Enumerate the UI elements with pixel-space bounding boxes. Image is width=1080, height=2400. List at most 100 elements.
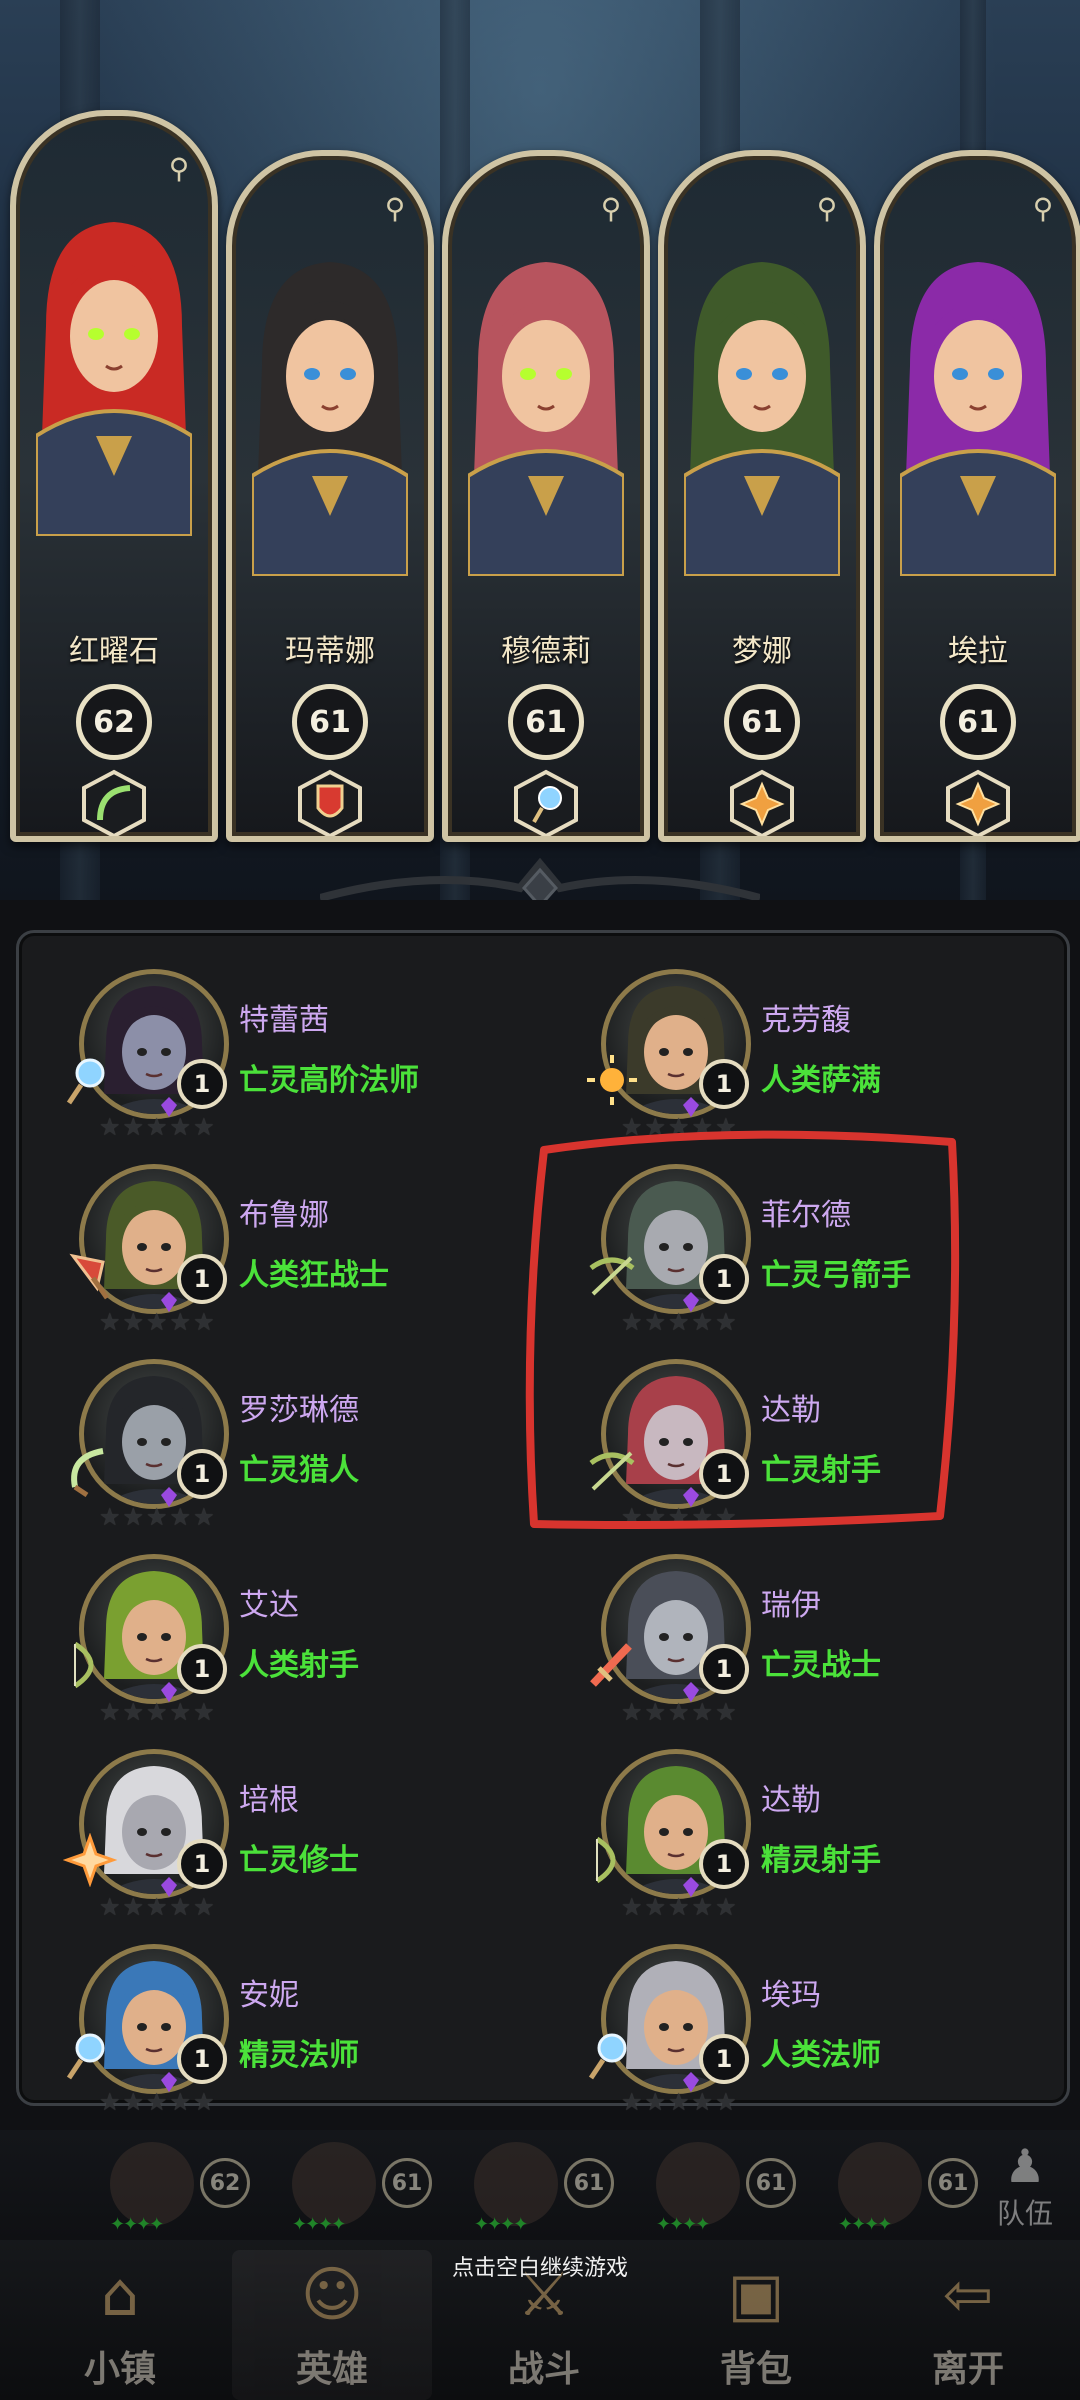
star-icon: ★ — [193, 1308, 215, 1336]
featured-hero-level: 61 — [508, 684, 584, 760]
staff-orb-icon — [63, 1053, 117, 1107]
star-icon: ★ — [169, 2088, 192, 2116]
star-icon: ★ — [644, 1893, 667, 1921]
star-icon: ★ — [644, 1698, 667, 1726]
featured-hero-card[interactable]: ⚲ 穆德莉 61 — [442, 150, 650, 842]
star-icon: ★ — [715, 1893, 737, 1921]
hero-class: 人类射手 — [239, 1648, 359, 1683]
star-rating: ★ ★ ★ ★ ★ — [621, 1895, 737, 1919]
hero-level-badge: 1 — [699, 1839, 749, 1889]
roster-hero[interactable]: 1 ★ ★ ★ ★ ★ 安妮 精灵法师 — [29, 1922, 529, 2116]
star-icon: ★ — [668, 2088, 690, 2116]
ornament-divider — [320, 858, 760, 900]
star-rating: ★ ★ ★ ★ ★ — [99, 1115, 215, 1139]
hero-portrait — [466, 246, 626, 578]
featured-hero-card[interactable]: ⚲ 梦娜 61 — [658, 150, 866, 842]
roster-hero[interactable]: 1 ★ ★ ★ ★ ★ 罗莎琳德 亡灵猎人 — [29, 1337, 529, 1531]
star-icon: ★ — [715, 1698, 737, 1726]
team-slot-level: 62 — [200, 2158, 250, 2208]
star-pips: ✦✦✦✦ — [474, 2214, 528, 2235]
hero-portrait — [682, 246, 842, 578]
roster-hero[interactable]: 1 ★ ★ ★ ★ ★ 布鲁娜 人类狂战士 — [29, 1142, 529, 1334]
red-annotation-circle — [525, 1130, 960, 1529]
team-slot[interactable]: 61 ✦✦✦✦ — [282, 2138, 452, 2235]
star-pips: ✦✦✦✦ — [110, 2214, 164, 2235]
team-slot-level: 61 — [564, 2158, 614, 2208]
roster-hero[interactable]: 1 ★ ★ ★ ★ ★ 特蕾茜 亡灵高阶法师 — [29, 947, 529, 1139]
star-icon: ★ — [193, 1503, 215, 1531]
magnifier-icon[interactable]: ⚲ — [380, 194, 410, 224]
staff-orb-icon — [585, 2028, 639, 2082]
nav-tab-label: 离开 — [931, 2349, 1004, 2390]
hero-level-badge: 1 — [177, 1644, 227, 1694]
hero-class: 人类狂战士 — [239, 1258, 389, 1293]
magnifier-icon[interactable]: ⚲ — [1028, 194, 1058, 224]
featured-hero-card[interactable]: ⚲ 埃拉 61 — [874, 150, 1080, 842]
shield-icon — [294, 768, 366, 836]
magnifier-icon[interactable]: ⚲ — [812, 194, 842, 224]
holy-emblem-icon — [726, 768, 798, 836]
hero-level-badge: 1 — [177, 1839, 227, 1889]
roster-hero[interactable]: 1 ★ ★ ★ ★ ★ 达勒 精灵射手 — [551, 1727, 1051, 1919]
hero-portrait — [34, 206, 194, 538]
featured-hero-name: 红曜石 — [69, 634, 159, 669]
star-icon: ★ — [169, 1113, 192, 1141]
hero-level-badge: 1 — [699, 1644, 749, 1694]
hero-level-badge: 1 — [177, 2034, 227, 2084]
magnifier-icon[interactable]: ⚲ — [596, 194, 626, 224]
roster-hero[interactable]: 1 ★ ★ ★ ★ ★ 克劳馥 人类萨满 — [551, 947, 1051, 1139]
hero-name: 艾达 — [239, 1588, 299, 1623]
star-icon: ★ — [99, 1503, 121, 1531]
star-icon: ★ — [122, 1893, 145, 1921]
featured-hero-level: 61 — [940, 684, 1016, 760]
nav-tab-label: 英雄 — [295, 2349, 368, 2390]
team-slot[interactable]: 61 ✦✦✦✦ — [828, 2138, 998, 2235]
star-icon: ★ — [122, 2088, 145, 2116]
star-icon: ★ — [621, 1698, 643, 1726]
star-icon: ★ — [99, 2088, 121, 2116]
featured-hero-level: 62 — [76, 684, 152, 760]
roster-hero[interactable]: 1 ★ ★ ★ ★ ★ 培根 亡灵修士 — [29, 1727, 529, 1921]
hero-name: 培根 — [239, 1783, 299, 1818]
star-icon: ★ — [691, 1893, 714, 1921]
roster-hero[interactable]: 1 ★ ★ ★ ★ ★ 瑞伊 亡灵战士 — [551, 1532, 1051, 1726]
star-rating: ★ ★ ★ ★ ★ — [99, 1310, 215, 1334]
star-icon: ★ — [193, 1113, 215, 1141]
featured-hero-card[interactable]: ⚲ 玛蒂娜 61 — [226, 150, 434, 842]
team-button[interactable]: ♟ 队伍 — [980, 2140, 1070, 2232]
star-icon: ★ — [99, 1893, 121, 1921]
team-slot[interactable]: 61 ✦✦✦✦ — [646, 2138, 816, 2235]
team-slot[interactable]: 62 ✦✦✦✦ — [100, 2138, 270, 2235]
hero-class: 人类法师 — [761, 2038, 881, 2073]
holy-cross-icon — [62, 1832, 118, 1888]
chess-pawn-icon: ♟ — [1004, 2139, 1046, 2193]
star-icon: ★ — [644, 2088, 667, 2116]
roster-hero[interactable]: 1 ★ ★ ★ ★ ★ 埃玛 人类法师 — [551, 1922, 1051, 2116]
star-icon: ★ — [99, 1308, 121, 1336]
star-icon: ★ — [122, 1503, 145, 1531]
star-icon: ★ — [668, 1893, 690, 1921]
star-icon: ★ — [99, 1113, 121, 1141]
star-icon: ★ — [193, 1893, 215, 1921]
nav-tab-label: 战斗 — [507, 2349, 580, 2390]
scythe-icon — [78, 768, 150, 836]
featured-hero-card[interactable]: ⚲ 红曜石 62 — [10, 110, 218, 842]
star-icon: ★ — [193, 1698, 215, 1726]
hero-name: 瑞伊 — [761, 1588, 821, 1623]
magnifier-icon[interactable]: ⚲ — [164, 154, 194, 184]
star-icon: ★ — [122, 1113, 145, 1141]
sword-icon — [585, 1638, 639, 1692]
bow-icon — [63, 1638, 117, 1692]
featured-hero-name: 埃拉 — [948, 634, 1008, 669]
hero-class: 人类萨满 — [761, 1063, 881, 1098]
hero-class: 亡灵修士 — [239, 1843, 359, 1878]
hero-class: 亡灵猎人 — [239, 1453, 359, 1488]
featured-team-area: ⚲ 红曜石 62 ⚲ 玛蒂娜 61 ⚲ 穆德莉 61 ⚲ 梦娜 61 ⚲ 埃拉 61 — [0, 0, 1080, 900]
hero-name: 埃玛 — [761, 1978, 821, 2013]
team-slot[interactable]: 61 ✦✦✦✦ — [464, 2138, 634, 2235]
star-icon: ★ — [122, 1308, 145, 1336]
star-pips: ✦✦✦✦ — [838, 2214, 892, 2235]
team-strip[interactable]: 61 ✦✦✦✦ 61 ✦✦✦✦ 61 ✦✦✦✦ 61 ✦✦✦✦ 62 ✦✦✦✦ ♟ 队伍 — [0, 2130, 1080, 2240]
star-icon: ★ — [122, 1698, 145, 1726]
roster-hero[interactable]: 1 ★ ★ ★ ★ ★ 艾达 人类射手 — [29, 1532, 529, 1726]
